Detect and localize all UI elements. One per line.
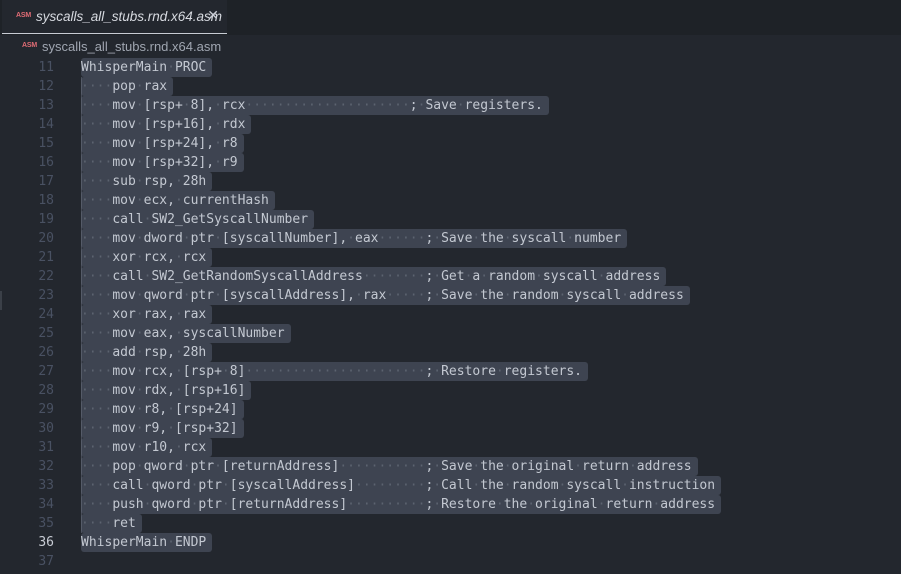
code-line[interactable]: 27 ····mov·rcx,·[rsp+·8]·················… <box>0 362 901 381</box>
line-text: ····mov·r9,·[rsp+32] <box>81 419 244 438</box>
line-text: ····xor·rcx,·rcx <box>81 248 213 267</box>
line-number: 24 <box>38 307 54 322</box>
code-line[interactable]: 22 ····call·SW2_GetRandomSyscallAddress··… <box>0 267 901 286</box>
tab-label: syscalls_all_stubs.rnd.x64.asm <box>35 9 223 24</box>
line-text: ····mov·rdx,·[rsp+16] <box>81 381 252 400</box>
code-line[interactable]: 31 ····mov·r10,·rcx <box>0 438 901 457</box>
line-text: ····ret <box>81 514 142 533</box>
line-number: 35 <box>38 516 54 531</box>
code-line[interactable]: 30 ····mov·r9,·[rsp+32] <box>0 419 901 438</box>
line-text: ····add·rsp,·28h <box>81 343 213 362</box>
line-number: 12 <box>38 79 54 94</box>
code-line[interactable]: 14 ····mov·[rsp+16],·rdx <box>0 115 901 134</box>
line-text: WhisperMain·ENDP <box>81 533 213 552</box>
code-line[interactable]: 11 WhisperMain·PROC <box>0 58 901 77</box>
line-number: 26 <box>38 345 54 360</box>
code-line[interactable]: 33 ····call·qword·ptr·[syscallAddress]···… <box>0 476 901 495</box>
line-text <box>81 552 87 571</box>
code-line[interactable]: 17 ····sub·rsp,·28h <box>0 172 901 191</box>
line-text: ····pop·rax <box>81 77 174 96</box>
tab-syscalls-asm[interactable]: ASM syscalls_all_stubs.rnd.x64.asm ✕ <box>2 0 227 34</box>
code-line[interactable]: 23 ····mov·qword·ptr·[syscallAddress],·ra… <box>0 286 901 305</box>
line-number: 14 <box>38 117 54 132</box>
code-line[interactable]: 35 ····ret <box>0 514 901 533</box>
code-line[interactable]: 15 ····mov·[rsp+24],·r8 <box>0 134 901 153</box>
line-text: ····push·qword·ptr·[returnAddress]······… <box>81 495 722 514</box>
code-line[interactable]: 26 ····add·rsp,·28h <box>0 343 901 362</box>
breadcrumb: ASM syscalls_all_stubs.rnd.x64.asm <box>0 35 901 57</box>
line-number: 27 <box>38 364 54 379</box>
code-line[interactable]: 13 ····mov·[rsp+·8],·rcx·················… <box>0 96 901 115</box>
line-number: 22 <box>38 269 54 284</box>
code-line[interactable]: 12 ····pop·rax <box>0 77 901 96</box>
line-number: 18 <box>38 193 54 208</box>
line-number: 37 <box>38 554 54 569</box>
line-number: 15 <box>38 136 54 151</box>
line-text: ····mov·[rsp+32],·r9 <box>81 153 244 172</box>
line-number: 13 <box>38 98 54 113</box>
code-line[interactable]: 28 ····mov·rdx,·[rsp+16] <box>0 381 901 400</box>
line-number: 23 <box>38 288 54 303</box>
line-text: ····mov·[rsp+·8],·rcx···················… <box>81 96 549 115</box>
line-text: ····call·qword·ptr·[syscallAddress]·····… <box>81 476 722 495</box>
code-line[interactable]: 21 ····xor·rcx,·rcx <box>0 248 901 267</box>
line-number: 33 <box>38 478 54 493</box>
line-number: 28 <box>38 383 54 398</box>
line-text: ····sub·rsp,·28h <box>81 172 213 191</box>
code-editor[interactable]: 11 WhisperMain·PROC 12 ····pop·rax 13 ····mov… <box>0 58 901 574</box>
tab-bar: ASM syscalls_all_stubs.rnd.x64.asm ✕ <box>0 0 901 35</box>
line-text: ····mov·ecx,·currentHash <box>81 191 275 210</box>
breadcrumb-file[interactable]: syscalls_all_stubs.rnd.x64.asm <box>42 39 221 54</box>
code-line[interactable]: 19 ····call·SW2_GetSyscallNumber <box>0 210 901 229</box>
line-number: 11 <box>38 60 54 75</box>
code-line[interactable]: 34 ····push·qword·ptr·[returnAddress]····… <box>0 495 901 514</box>
code-line[interactable]: 16 ····mov·[rsp+32],·r9 <box>0 153 901 172</box>
line-text: ····pop·qword·ptr·[returnAddress]·······… <box>81 457 698 476</box>
close-icon[interactable]: ✕ <box>207 8 219 24</box>
line-text: ····xor·rax,·rax <box>81 305 213 324</box>
line-number: 25 <box>38 326 54 341</box>
code-line[interactable]: 18 ····mov·ecx,·currentHash <box>0 191 901 210</box>
line-number: 16 <box>38 155 54 170</box>
line-text: ····mov·qword·ptr·[syscallAddress],·rax·… <box>81 286 690 305</box>
line-text: ····mov·dword·ptr·[syscallNumber],·eax··… <box>81 229 628 248</box>
line-text: WhisperMain·PROC <box>81 58 213 77</box>
line-text: ····call·SW2_GetRandomSyscallAddress····… <box>81 267 667 286</box>
line-number: 20 <box>38 231 54 246</box>
line-text: ····mov·[rsp+24],·r8 <box>81 134 244 153</box>
code-line[interactable]: 29 ····mov·r8,·[rsp+24] <box>0 400 901 419</box>
line-text: ····mov·r10,·rcx <box>81 438 213 457</box>
line-number: 36 <box>38 535 54 550</box>
line-text: ····mov·eax,·syscallNumber <box>81 324 291 343</box>
code-line[interactable]: 36 WhisperMain·ENDP <box>0 533 901 552</box>
code-line[interactable]: 37 <box>0 552 901 571</box>
code-line[interactable]: 20 ····mov·dword·ptr·[syscallNumber],·eax… <box>0 229 901 248</box>
line-text: ····mov·r8,·[rsp+24] <box>81 400 244 419</box>
line-number: 32 <box>38 459 54 474</box>
line-number: 29 <box>38 402 54 417</box>
line-number: 31 <box>38 440 54 455</box>
code-line[interactable]: 24 ····xor·rax,·rax <box>0 305 901 324</box>
line-number: 30 <box>38 421 54 436</box>
line-text: ····call·SW2_GetSyscallNumber <box>81 210 315 229</box>
line-text: ····mov·[rsp+16],·rdx <box>81 115 252 134</box>
asm-file-icon: ASM <box>22 41 37 49</box>
line-number: 19 <box>38 212 54 227</box>
line-number: 21 <box>38 250 54 265</box>
code-line[interactable]: 32 ····pop·qword·ptr·[returnAddress]·····… <box>0 457 901 476</box>
asm-file-icon: ASM <box>16 12 31 19</box>
line-number: 34 <box>38 497 54 512</box>
line-number: 17 <box>38 174 54 189</box>
code-line[interactable]: 25 ····mov·eax,·syscallNumber <box>0 324 901 343</box>
line-text: ····mov·rcx,·[rsp+·8]···················… <box>81 362 588 381</box>
indent-guide <box>81 77 82 533</box>
